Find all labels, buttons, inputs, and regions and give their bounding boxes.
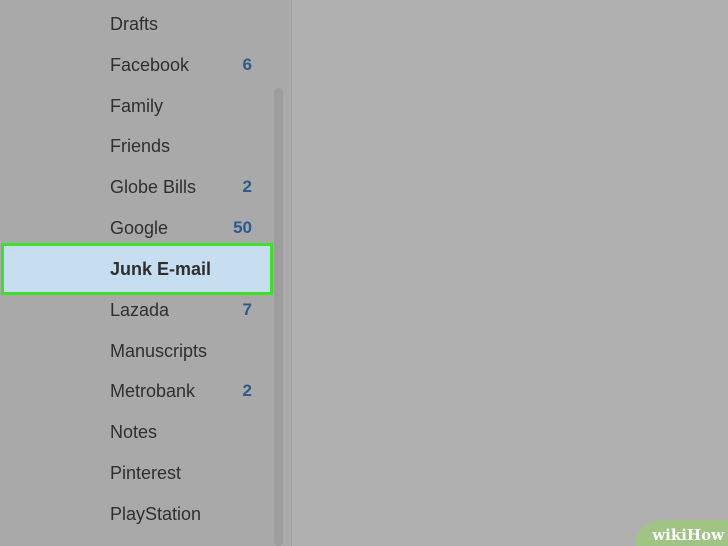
- unread-count: 7: [242, 299, 252, 319]
- folder-item-pinterest[interactable]: Pinterest: [0, 453, 292, 494]
- folder-item-family[interactable]: Family: [0, 86, 292, 127]
- watermark-text: wikiHow: [652, 526, 724, 544]
- folder-label: Metrobank: [110, 381, 196, 402]
- folder-sidebar: Drafts Facebook 6 Family Friends Globe B…: [0, 0, 292, 546]
- folder-label: Globe Bills: [110, 177, 197, 198]
- wikihow-watermark: wikiHow: [636, 520, 728, 546]
- sidebar-scrollbar[interactable]: [274, 88, 283, 546]
- folder-item-globe-bills[interactable]: Globe Bills 2: [0, 167, 292, 208]
- folder-item-playstation[interactable]: PlayStation: [0, 494, 292, 535]
- unread-count: 6: [242, 54, 252, 74]
- folder-label: Notes: [110, 422, 158, 443]
- folder-label: Facebook: [110, 54, 190, 75]
- folder-label: Manuscripts: [110, 340, 208, 361]
- folder-label: Pinterest: [110, 462, 182, 483]
- folder-item-manuscripts[interactable]: Manuscripts: [0, 331, 292, 372]
- unread-count: 2: [242, 381, 252, 401]
- folder-label: Drafts: [110, 14, 159, 34]
- unread-count: 2: [242, 177, 252, 197]
- folder-label: Junk E-mail: [110, 258, 212, 279]
- folder-item-lazada[interactable]: Lazada 7: [0, 290, 292, 331]
- folder-item-friends[interactable]: Friends: [0, 126, 292, 167]
- folder-item-notes[interactable]: Notes: [0, 412, 292, 453]
- folder-label: Family: [110, 95, 163, 116]
- folder-label: Lazada: [110, 299, 170, 320]
- folder-list: Drafts Facebook 6 Family Friends Globe B…: [0, 4, 292, 535]
- folder-item-metrobank[interactable]: Metrobank 2: [0, 371, 292, 412]
- folder-item-junk-email[interactable]: Junk E-mail: [1, 242, 273, 295]
- message-pane: [292, 0, 728, 546]
- folder-item-drafts[interactable]: Drafts: [0, 4, 292, 45]
- folder-label: PlayStation: [110, 503, 202, 524]
- folder-item-facebook[interactable]: Facebook 6: [0, 45, 292, 86]
- folder-label: Friends: [110, 136, 171, 157]
